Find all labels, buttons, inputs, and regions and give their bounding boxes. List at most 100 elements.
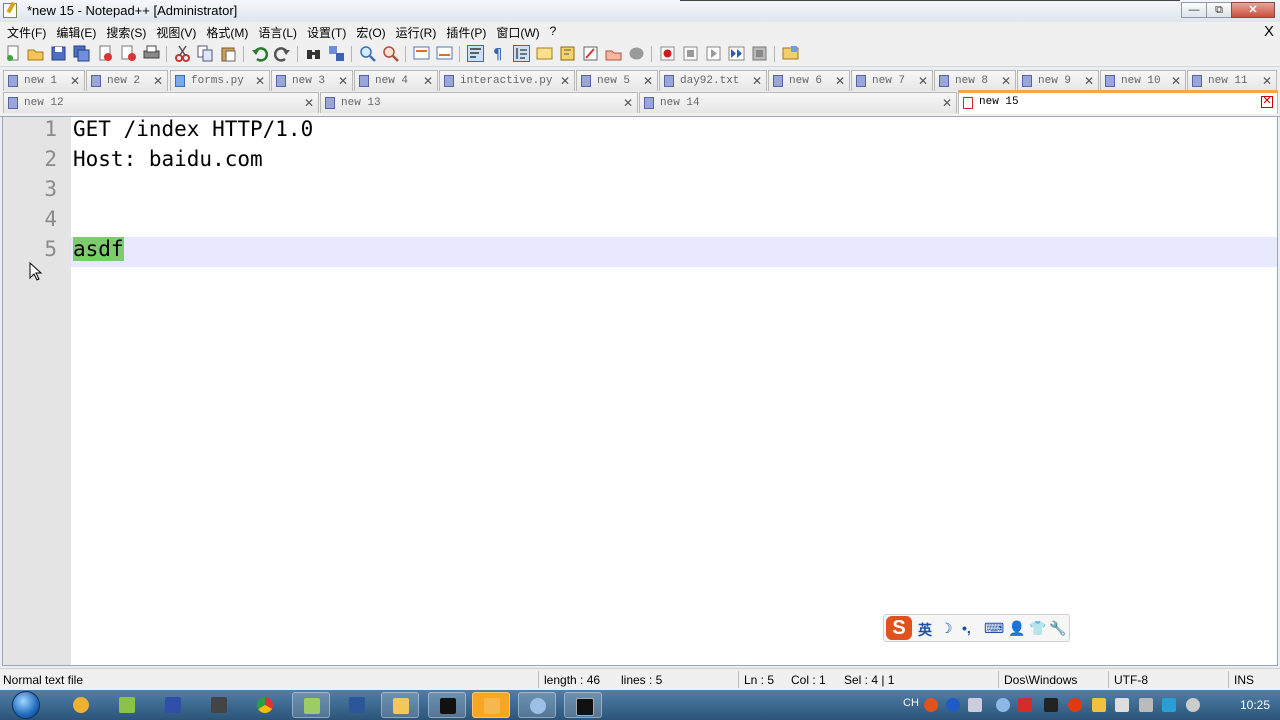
redo-icon[interactable]: [273, 45, 291, 62]
tab-close-icon[interactable]: ✕: [752, 74, 762, 88]
notepadpp-app-icon[interactable]: [3, 3, 17, 18]
taskbar-app-2[interactable]: [108, 692, 146, 718]
menu-window[interactable]: 窗口(W): [491, 22, 544, 43]
taskbar-clock[interactable]: 10:25: [1240, 698, 1270, 712]
close-window-button[interactable]: ✕: [1231, 2, 1275, 18]
menu-file[interactable]: 文件(F): [2, 22, 51, 43]
status-insert-mode[interactable]: INS: [1234, 673, 1254, 687]
zoom-out-icon[interactable]: [382, 45, 399, 62]
tab-close-icon[interactable]: ✕: [338, 74, 348, 88]
menu-edit[interactable]: 编辑(E): [51, 22, 101, 43]
menu-format[interactable]: 格式(M): [201, 22, 253, 43]
tray-update-icon[interactable]: [1162, 698, 1176, 712]
tab-close-icon[interactable]: ✕: [918, 74, 928, 88]
save-macro-icon[interactable]: [751, 45, 768, 62]
indent-guide-icon[interactable]: [513, 45, 530, 62]
tab-close-icon[interactable]: ✕: [835, 74, 845, 88]
tab-close-icon[interactable]: ✕: [153, 74, 163, 88]
close-file-icon[interactable]: [97, 45, 114, 62]
ime-halfwidth-icon[interactable]: ☽: [940, 620, 953, 637]
save-all-icon[interactable]: [73, 45, 90, 62]
tab-close-icon[interactable]: ✕: [1261, 96, 1273, 108]
tray-display-icon[interactable]: [1139, 698, 1153, 712]
tab-close-icon[interactable]: ✕: [1001, 74, 1011, 88]
menu-language[interactable]: 语言(L): [253, 22, 302, 43]
tab-new-10[interactable]: new 10 ✕: [1100, 70, 1186, 91]
plugin-icon[interactable]: [782, 45, 799, 62]
tray-sogou-icon[interactable]: [924, 698, 938, 712]
close-document-button[interactable]: X: [1264, 23, 1274, 40]
cut-icon[interactable]: [174, 45, 191, 62]
restore-button[interactable]: ⧉: [1206, 2, 1232, 18]
sync-vertical-icon[interactable]: [413, 45, 430, 62]
zoom-in-icon[interactable]: [359, 45, 376, 62]
editor-area[interactable]: 1 2 3 4 5 GET /index HTTP/1.0 Host: baidu.com…: [2, 116, 1278, 666]
code-line[interactable]: GET /index HTTP/1.0: [73, 117, 313, 141]
ime-user-icon[interactable]: 👤: [1008, 620, 1025, 637]
menu-view[interactable]: 视图(V): [151, 22, 201, 43]
monitoring-icon[interactable]: [605, 45, 622, 62]
tray-app-icon[interactable]: [1044, 698, 1058, 712]
stop-macro-icon[interactable]: [682, 45, 699, 62]
undo-icon[interactable]: [251, 45, 269, 62]
taskbar-app-orange[interactable]: [472, 692, 510, 718]
tab-close-icon[interactable]: ✕: [1084, 74, 1094, 88]
tray-folder-icon[interactable]: [1092, 698, 1106, 712]
tab-new-9[interactable]: new 9 ✕: [1017, 70, 1099, 91]
title-bar[interactable]: *new 15 - Notepad++ [Administrator] — ⧉ …: [0, 0, 1280, 23]
tab-new-6[interactable]: new 6 ✕: [768, 70, 850, 91]
copy-icon[interactable]: [197, 45, 214, 62]
tray-device-icon[interactable]: [1115, 698, 1129, 712]
tab-new-5[interactable]: new 5 ✕: [576, 70, 658, 91]
taskbar-pycharm[interactable]: [428, 692, 466, 718]
tab-close-icon[interactable]: ✕: [623, 96, 633, 110]
menu-macro[interactable]: 宏(O): [351, 22, 390, 43]
sogou-logo-icon[interactable]: S: [886, 616, 912, 640]
menu-search[interactable]: 搜索(S): [101, 22, 151, 43]
tab-close-icon[interactable]: ✕: [560, 74, 570, 88]
macro-panel-icon[interactable]: [628, 45, 645, 62]
tab-new-8[interactable]: new 8 ✕: [934, 70, 1016, 91]
tab-new-15[interactable]: new 15 ✕: [958, 90, 1278, 114]
find-icon[interactable]: [305, 45, 322, 62]
taskbar-app-3[interactable]: [154, 692, 192, 718]
tray-help-icon[interactable]: [946, 698, 960, 712]
taskbar-app-1[interactable]: [62, 692, 100, 718]
minimize-button[interactable]: —: [1181, 2, 1207, 18]
tab-forms-py[interactable]: forms.py ✕: [170, 70, 270, 91]
tab-close-icon[interactable]: ✕: [70, 74, 80, 88]
tab-new-3[interactable]: new 3 ✕: [271, 70, 353, 91]
folder-as-workspace-icon[interactable]: [582, 45, 599, 62]
replace-icon[interactable]: [328, 45, 345, 62]
tray-antivirus-icon[interactable]: [1018, 698, 1032, 712]
menu-help[interactable]: ?: [545, 22, 562, 43]
function-list-icon[interactable]: [559, 45, 576, 62]
tab-close-icon[interactable]: ✕: [643, 74, 653, 88]
print-icon[interactable]: [143, 45, 160, 62]
taskbar-word[interactable]: [338, 692, 376, 718]
sync-horizontal-icon[interactable]: [436, 45, 453, 62]
tray-language[interactable]: CH: [903, 697, 919, 709]
ime-settings-icon[interactable]: 🔧: [1049, 620, 1066, 637]
tab-day92-txt[interactable]: day92.txt ✕: [659, 70, 767, 91]
tray-network-icon[interactable]: [996, 698, 1010, 712]
tab-new-12[interactable]: new 12 ✕: [3, 92, 319, 113]
tab-close-icon[interactable]: ✕: [304, 96, 314, 110]
open-file-icon[interactable]: [27, 45, 44, 62]
status-encoding[interactable]: UTF-8: [1114, 673, 1148, 687]
status-eol[interactable]: Dos\Windows: [1004, 673, 1077, 687]
ime-punctuation-icon[interactable]: •,: [962, 620, 971, 636]
menu-plugins[interactable]: 插件(P): [441, 22, 491, 43]
ime-skin-icon[interactable]: 👕: [1029, 620, 1046, 637]
tab-close-icon[interactable]: ✕: [942, 96, 952, 110]
ime-toolbar[interactable]: S 英 ☽ •, ⌨ 👤 👕 🔧: [883, 614, 1070, 642]
tab-new-13[interactable]: new 13 ✕: [320, 92, 638, 113]
tray-pen-icon[interactable]: [968, 698, 982, 712]
start-button[interactable]: [6, 690, 46, 720]
tab-new-4[interactable]: new 4 ✕: [354, 70, 438, 91]
tab-new-14[interactable]: new 14 ✕: [639, 92, 957, 113]
tab-close-icon[interactable]: ✕: [255, 74, 265, 88]
tab-new-2[interactable]: new 2 ✕: [86, 70, 168, 91]
tray-record-icon[interactable]: [1068, 698, 1082, 712]
record-macro-icon[interactable]: [659, 45, 676, 62]
